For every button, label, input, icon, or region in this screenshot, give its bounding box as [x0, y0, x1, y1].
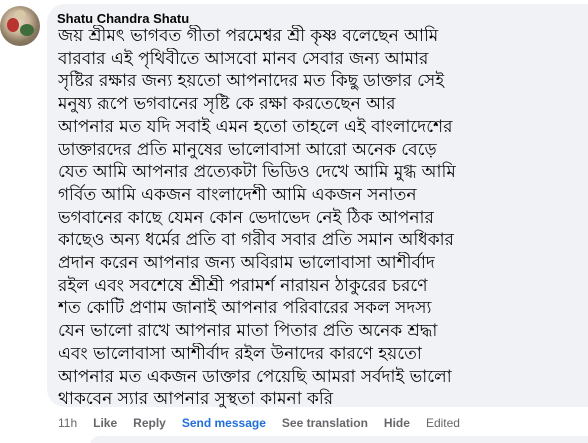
comment-text-line: প্রদান করেন আপনার জন্য অবিরাম ভালোবাসা আ… [58, 253, 435, 274]
comment-text-line: জয় শ্রীমৎ ভাগবত গীতা পরমেশ্বর শ্রী কৃষ্… [58, 26, 439, 46]
avatar[interactable] [0, 6, 40, 46]
reply-input[interactable] [90, 436, 588, 443]
comment-text-line: কাছেও অন্য ধর্মের প্রতি বা গরীব সবার প্র… [58, 230, 454, 251]
edited-label: Edited [425, 416, 460, 430]
avatar-detail [7, 18, 19, 32]
reply-button[interactable]: Reply [133, 416, 166, 430]
comment-body: জয় শ্রীমৎ ভাগবত গীতা পরমেশ্বর শ্রী কৃষ্… [58, 25, 588, 411]
comment-thread: Shatu Chandra Shatu জয় শ্রীমৎ ভাগবত গীত… [0, 0, 588, 443]
comment-text-line: রইল এবং সবশেষে শ্রীশ্রী পরামর্শ নারায়ন … [58, 275, 428, 296]
comment-text-line: ডাক্তারদের প্রতি মানুষের ভালোবাসা আরো অন… [58, 139, 437, 160]
comment-text-line: আপনার মত যদি সবাই এমন হতো তাহলে এই বাংলা… [58, 116, 453, 137]
avatar-detail [20, 24, 34, 36]
comment-text-line: সৃষ্টির রক্ষার জন্য হয়তো আপনাদের মত কিছ… [58, 71, 445, 92]
like-button[interactable]: Like [93, 416, 117, 430]
comment-text-line: এবং ভালোবাসা আশীর্বাদ রইল উনাদের কারণে হ… [58, 343, 422, 364]
comment-text-line: গর্বিত আমি একজন বাংলাদেশী আমি একজন সনাতন [58, 184, 417, 205]
comment-text-line: শত কোটি প্রণাম জানাই আপনার পরিবারের সকল … [58, 298, 432, 319]
comment-text-line: আপনার মত একজন ডাক্তার পেয়েছি আমরা সর্বদ… [58, 366, 452, 387]
comment-text-line: মনুষ্য রূপে ভগবানের সৃষ্টি কে রক্ষা করতে… [58, 94, 396, 115]
comment-text-line: বারবার এই পৃথিবীতে আসবো মানব সেবার জন্য … [58, 48, 429, 69]
comment-text-line: থাকবেন স্যার আপনার সুস্থতা কামনা করি [58, 389, 334, 410]
comment-text-line: যেন ভালো রাখে আপনার মাতা পিতার প্রতি অনে… [58, 321, 438, 342]
send-message-button[interactable]: Send message [182, 416, 266, 430]
comment-actions: 11h Like Reply Send message See translat… [58, 414, 460, 432]
see-translation-button[interactable]: See translation [282, 416, 368, 430]
hide-button[interactable]: Hide [384, 416, 410, 430]
comment-text-line: ভগবানের কাছে যেমন কোন ভেদাভেদ নেই ঠিক আপ… [58, 207, 434, 228]
comment-timestamp[interactable]: 11h [58, 416, 77, 430]
comment-author-name[interactable]: Shatu Chandra Shatu [57, 11, 189, 26]
comment-text-line: যেত আমি আপনার প্রত্যেকটা ভিডিও দেখে আমি … [58, 162, 456, 183]
